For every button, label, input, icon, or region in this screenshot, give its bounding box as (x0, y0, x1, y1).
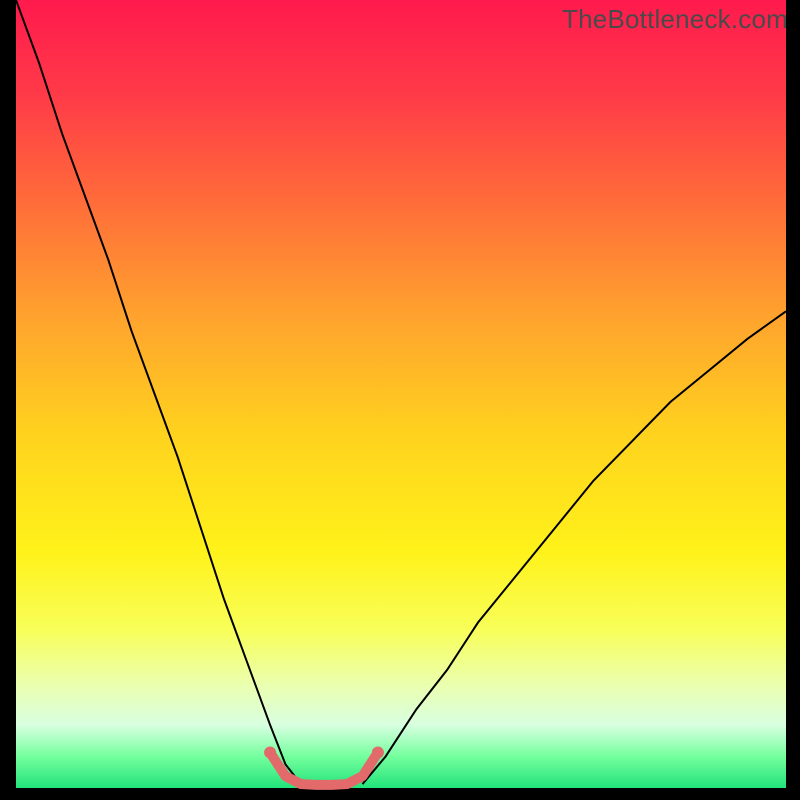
endpoint-marker (264, 747, 276, 759)
chart-svg (0, 0, 800, 800)
endpoint-marker (372, 747, 384, 759)
chart-container: TheBottleneck.com (0, 0, 800, 800)
plot-background (16, 0, 786, 788)
watermark-text: TheBottleneck.com (562, 4, 788, 35)
